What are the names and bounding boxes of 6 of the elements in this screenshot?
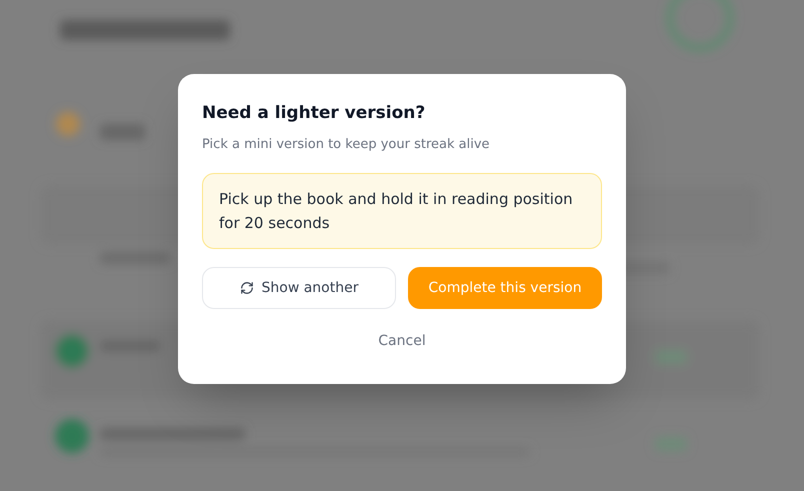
show-another-button[interactable]: Show another <box>202 267 396 309</box>
dialog-title: Need a lighter version? <box>202 102 426 125</box>
cancel-button[interactable]: Cancel <box>378 331 426 352</box>
dialog-subtitle: Pick a mini version to keep your streak alive <box>202 136 491 154</box>
suggestion-text: Pick up the book and hold it in reading position for 20 seconds <box>219 189 574 234</box>
refresh-icon <box>240 281 254 295</box>
